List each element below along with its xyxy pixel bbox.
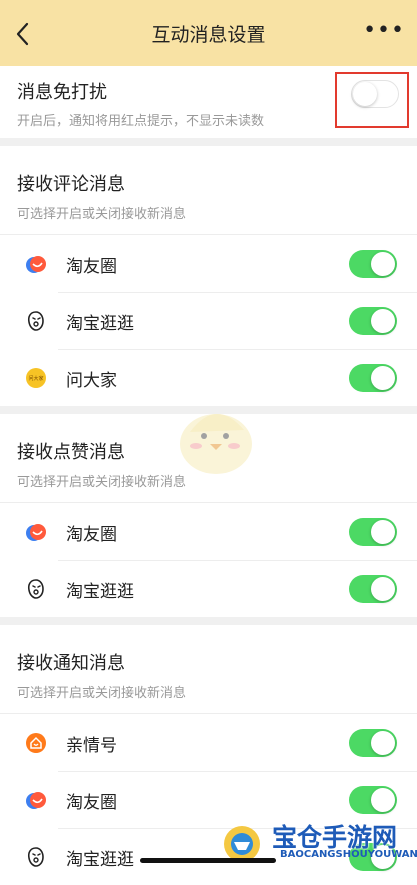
wendajia-icon: 问大家 (26, 368, 46, 388)
notification-section: 接收通知消息 可选择开启或关闭接收新消息 亲情号 淘友圈 淘宝逛逛 (0, 625, 417, 885)
dnd-title: 消息免打扰 (17, 82, 107, 103)
item-label: 淘宝逛逛 (66, 582, 134, 602)
section-header: 接收通知消息 可选择开启或关闭接收新消息 (0, 625, 417, 714)
toggle-knob (371, 577, 395, 601)
list-item: 淘宝逛逛 (0, 292, 417, 349)
list-item: 淘宝逛逛 (0, 828, 417, 885)
list-item: 亲情号 (0, 714, 417, 771)
section-title: 接收通知消息 (17, 653, 125, 674)
section-header: 接收评论消息 可选择开启或关闭接收新消息 (0, 146, 417, 235)
list-item: 问大家 问大家 (0, 349, 417, 406)
navigation-bar: 互动消息设置 ••• (0, 0, 417, 66)
toggle-knob (371, 731, 395, 755)
dnd-subtitle: 开启后，通知将用红点提示，不显示未读数 (17, 114, 265, 129)
toggle-knob (371, 252, 395, 276)
section-subtitle: 可选择开启或关闭接收新消息 (17, 686, 187, 701)
item-label: 淘友圈 (66, 257, 117, 277)
item-label: 淘友圈 (66, 793, 117, 813)
home-indicator (140, 858, 276, 863)
item-label: 淘宝逛逛 (66, 850, 134, 870)
taoyouquan-icon (26, 524, 46, 541)
section-divider (0, 406, 417, 414)
section-subtitle: 可选择开启或关闭接收新消息 (17, 207, 187, 222)
dnd-toggle[interactable] (351, 80, 399, 108)
list-item: 淘宝逛逛 (0, 560, 417, 617)
guangguang-like-toggle[interactable] (349, 575, 397, 603)
wendajia-comment-toggle[interactable] (349, 364, 397, 392)
item-label: 淘宝逛逛 (66, 314, 134, 334)
section-subtitle: 可选择开启或关闭接收新消息 (17, 475, 187, 490)
guangguang-comment-toggle[interactable] (349, 307, 397, 335)
more-button[interactable]: ••• (363, 20, 405, 42)
toggle-knob (371, 366, 395, 390)
section-title: 接收评论消息 (17, 174, 125, 195)
toggle-knob (371, 309, 395, 333)
page-title: 互动消息设置 (151, 23, 266, 46)
toggle-knob (371, 845, 395, 869)
toggle-knob (353, 82, 377, 106)
taoyouquan-notify-toggle[interactable] (349, 786, 397, 814)
taobao-guangguang-icon (27, 847, 44, 867)
section-divider (0, 138, 417, 146)
section-divider (0, 617, 417, 625)
qinqinghao-icon (26, 733, 46, 753)
qinqinghao-notify-toggle[interactable] (349, 729, 397, 757)
taobao-guangguang-icon (27, 311, 44, 331)
taoyouquan-icon (26, 256, 46, 273)
item-label: 问大家 (66, 371, 117, 391)
chevron-left-icon[interactable] (12, 20, 34, 48)
taobao-guangguang-icon (27, 579, 44, 599)
item-label: 亲情号 (66, 736, 117, 756)
taoyouquan-like-toggle[interactable] (349, 518, 397, 546)
taoyouquan-icon (26, 792, 46, 809)
item-label: 淘友圈 (66, 525, 117, 545)
list-item: 淘友圈 (0, 771, 417, 828)
comment-section: 接收评论消息 可选择开启或关闭接收新消息 淘友圈 淘宝逛逛 问大家 问大家 (0, 146, 417, 406)
section-title: 接收点赞消息 (17, 442, 125, 463)
guangguang-notify-toggle[interactable] (349, 843, 397, 871)
like-section: 接收点赞消息 可选择开启或关闭接收新消息 淘友圈 淘宝逛逛 (0, 414, 417, 617)
wendajia-badge-text: 问大家 (28, 375, 43, 382)
do-not-disturb-row: 消息免打扰 开启后，通知将用红点提示，不显示未读数 (0, 66, 417, 138)
toggle-knob (371, 520, 395, 544)
list-item: 淘友圈 (0, 235, 417, 292)
list-item: 淘友圈 (0, 503, 417, 560)
taoyouquan-comment-toggle[interactable] (349, 250, 397, 278)
toggle-knob (371, 788, 395, 812)
section-header: 接收点赞消息 可选择开启或关闭接收新消息 (0, 414, 417, 503)
